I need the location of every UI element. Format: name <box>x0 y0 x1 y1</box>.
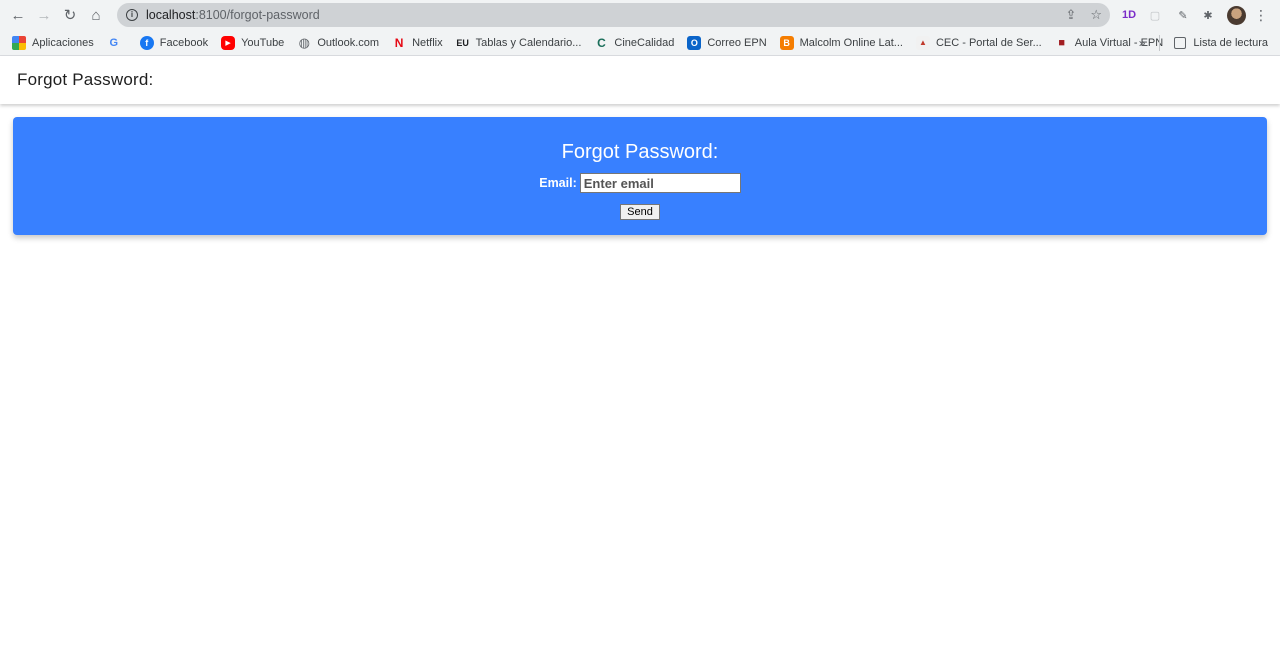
send-button[interactable]: Send <box>620 204 660 220</box>
bookmark-item[interactable]: f Facebook <box>139 35 209 50</box>
bookmark-label: Correo EPN <box>707 36 767 49</box>
bookmark-item[interactable]: ▲ CEC - Portal de Ser... <box>915 35 1042 50</box>
share-icon[interactable]: ⇪ <box>1065 7 1076 23</box>
extension-1d-icon[interactable]: 1D <box>1120 5 1138 25</box>
bookmark-label: CineCalidad <box>614 36 675 49</box>
more-bookmarks-icon[interactable]: » <box>1139 36 1146 50</box>
bookmark-item[interactable]: O Correo EPN <box>687 35 767 50</box>
bookmark-label: Aplicaciones <box>32 36 94 49</box>
bookmark-label: CEC - Portal de Ser... <box>935 36 1042 49</box>
address-bar[interactable]: i localhost:8100/forgot-password ⇪ ☆ <box>117 3 1110 27</box>
kebab-menu-icon[interactable]: ⋮ <box>1254 5 1268 25</box>
forgot-password-card: Forgot Password: Email: Send <box>13 117 1267 235</box>
apps-grid-icon <box>12 35 26 50</box>
forward-arrow-icon[interactable]: → <box>31 2 57 28</box>
cec-icon: ▲ <box>915 35 930 50</box>
bookmark-item[interactable]: C CineCalidad <box>594 36 674 50</box>
card-title: Forgot Password: <box>561 141 719 163</box>
url-path: :8100/forgot-password <box>195 8 320 22</box>
bookmark-label: Facebook <box>159 36 209 49</box>
page-title: Forgot Password: <box>17 70 154 89</box>
reading-list-label: Lista de lectura <box>1193 37 1268 49</box>
reading-list-icon <box>1174 37 1187 49</box>
reload-icon[interactable]: ↻ <box>57 2 83 28</box>
email-label: Email: <box>539 176 577 190</box>
bookmark-item[interactable]: N Netflix <box>392 36 443 50</box>
reading-list-button[interactable]: Lista de lectura <box>1174 37 1268 49</box>
profile-avatar[interactable] <box>1226 5 1246 25</box>
eu-icon: EU <box>456 37 469 48</box>
bookmark-item[interactable]: B Malcolm Online Lat... <box>779 35 903 50</box>
email-input[interactable] <box>579 173 741 193</box>
bookmarks-divider <box>1159 35 1161 51</box>
bookmark-item[interactable]: EU Tablas y Calendario... <box>456 36 582 50</box>
bookmark-star-icon[interactable]: ☆ <box>1090 7 1102 23</box>
cinecalidad-icon: C <box>597 35 606 50</box>
youtube-icon: ▶ <box>221 35 236 50</box>
back-arrow-icon[interactable]: ← <box>5 2 31 28</box>
bookmark-item[interactable]: ◍ Outlook.com <box>297 34 380 50</box>
site-info-icon[interactable]: i <box>126 9 138 21</box>
facebook-icon: f <box>139 35 154 50</box>
bookmark-label: Outlook.com <box>317 36 380 49</box>
bookmark-item[interactable]: G <box>107 36 127 50</box>
home-icon[interactable]: ⌂ <box>83 2 109 28</box>
extension-placeholder-icon[interactable]: ▢ <box>1147 5 1163 25</box>
outlook-icon: O <box>687 35 702 50</box>
edit-extension-icon[interactable]: ✎ <box>1174 5 1192 25</box>
netflix-icon: N <box>394 35 404 50</box>
bookmark-item[interactable]: ▶ YouTube <box>221 35 285 50</box>
app-header: Forgot Password: <box>0 56 1280 104</box>
url-text[interactable]: localhost:8100/forgot-password <box>146 8 320 22</box>
bookmark-item[interactable]: Aplicaciones <box>12 35 94 50</box>
url-host: localhost <box>146 8 196 22</box>
bookmark-label: YouTube <box>241 36 285 49</box>
bookmark-label: Tablas y Calendario... <box>475 36 582 49</box>
bookmark-label: Netflix <box>412 36 443 49</box>
google-icon: G <box>109 36 119 49</box>
bookmarks-bar: Aplicaciones Gf Facebook ▶ YouTube ◍ Outlook.c… <box>0 30 1280 56</box>
epn-icon: ■ <box>1058 36 1066 49</box>
globe-icon: ◍ <box>298 34 310 50</box>
browser-toolbar: ← → ↻ ⌂ i localhost:8100/forgot-password… <box>0 0 1280 30</box>
puzzle-extensions-icon[interactable]: ✱ <box>1200 5 1216 25</box>
email-row: Email: <box>13 173 1267 193</box>
blogger-icon: B <box>779 35 794 50</box>
bookmark-label: Malcolm Online Lat... <box>799 36 903 49</box>
